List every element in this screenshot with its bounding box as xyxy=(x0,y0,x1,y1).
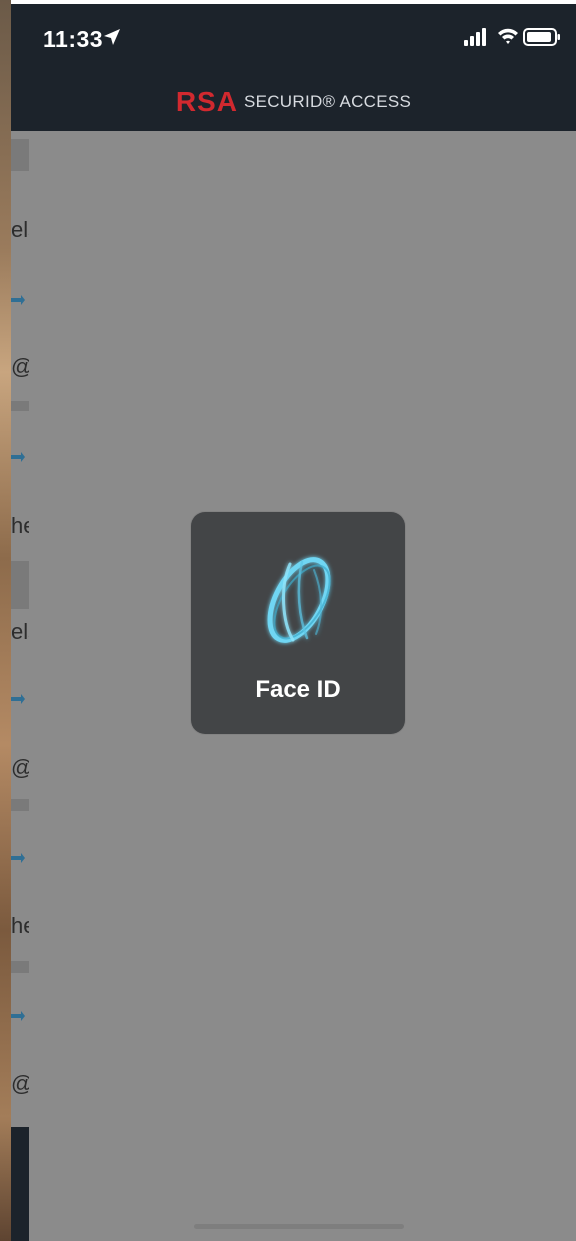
app-header: 11:33 RSA SECURID® ACCESS xyxy=(11,4,576,131)
list-item-fragment: els xyxy=(11,619,29,644)
list-item-fragment: @c xyxy=(11,354,29,380)
cellular-signal-icon xyxy=(464,28,486,46)
list-separator xyxy=(11,139,29,171)
faceid-prompt: Face ID xyxy=(191,512,405,734)
battery-icon xyxy=(523,28,560,46)
swipe-arrow-icon xyxy=(11,295,25,305)
faceid-label: Face ID xyxy=(255,676,341,703)
list-item-fragment: @c xyxy=(11,755,29,781)
swipe-arrow-icon xyxy=(11,1011,25,1021)
swipe-arrow-icon xyxy=(11,694,25,704)
list-item-fragment: he xyxy=(11,913,29,938)
list-item-fragment: els xyxy=(11,217,29,242)
brand-logo: RSA SECURID® ACCESS xyxy=(11,86,576,118)
wifi-icon xyxy=(498,28,518,44)
location-arrow-icon xyxy=(104,29,120,45)
securid-access-text: SECURID® ACCESS xyxy=(243,92,412,111)
swipe-arrow-icon xyxy=(11,853,25,863)
bottom-toolbar xyxy=(11,1127,29,1241)
status-bar: 11:33 xyxy=(11,4,576,74)
previous-app-peek xyxy=(0,0,11,1241)
rsa-logo: RSA xyxy=(175,86,238,117)
list-item-fragment: @c xyxy=(11,1071,29,1097)
list-separator xyxy=(11,961,29,973)
list-separator xyxy=(11,799,29,811)
list-separator xyxy=(11,561,29,609)
list-item-fragment: he xyxy=(11,513,29,538)
swipe-arrow-icon xyxy=(11,452,25,462)
background-list: els @c he els @c he @c xyxy=(11,131,29,1241)
list-separator xyxy=(11,401,29,411)
face-id-glyph-icon xyxy=(267,557,331,643)
app-window: 11:33 RSA SECURID® ACCESS el h el h Face… xyxy=(11,4,576,1241)
status-time: 11:33 xyxy=(43,26,104,52)
home-indicator[interactable] xyxy=(194,1224,404,1229)
